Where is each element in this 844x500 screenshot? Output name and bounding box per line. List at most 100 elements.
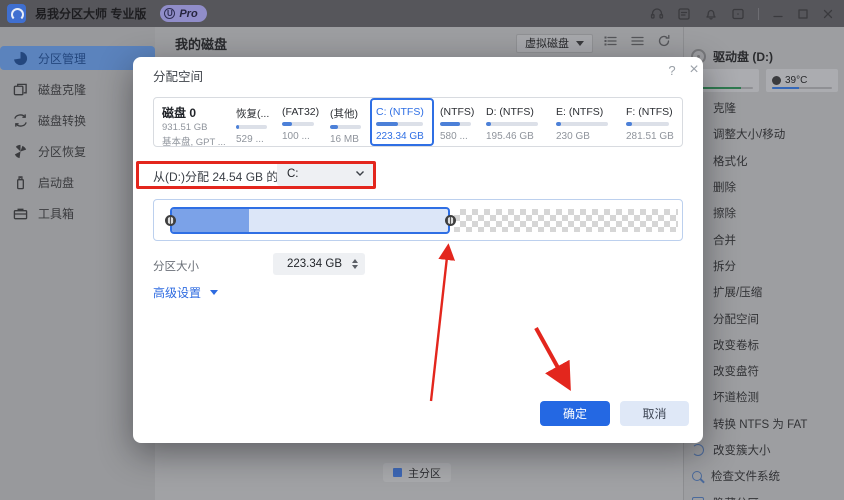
operation-item[interactable]: 转换 NTFS 为 FAT [684,411,844,437]
operation-item[interactable]: 坏道检测 [684,384,844,410]
feedback-note-icon[interactable] [677,7,691,21]
partition-column[interactable]: (FAT32) 100 ... [276,98,324,146]
partition-name: (FAT32) [282,106,320,118]
support-headset-icon[interactable] [650,7,664,21]
dialog-help-button[interactable]: ? [663,63,681,78]
sidebar-item-toolbox[interactable]: 工具箱 [0,201,155,225]
disk-type: 基本盘, GPT ... [162,137,226,148]
title-bar: 易我分区大师 专业版 U Pro [0,0,844,27]
size-stepper[interactable] [352,258,358,270]
minimize-button[interactable] [772,8,784,20]
operation-label: 改变盘符 [713,366,759,379]
main-header: 我的磁盘 虚拟磁盘 [155,27,683,59]
allocate-target-value: C: [287,168,299,180]
partition-usage-bar [486,122,539,126]
operation-item[interactable]: 检查文件系统 [684,463,844,489]
disk-size: 931.51 GB [162,122,208,133]
partition-usage-bar [236,125,267,129]
refresh-icon[interactable] [657,34,671,53]
sidebar-item-label: 工具箱 [38,206,75,221]
partition-size: 16 MB [330,134,359,145]
app-window: 易我分区大师 专业版 U Pro 分区管理 磁盘克隆 磁盘转换 分区恢复 启动盘… [0,0,844,500]
operation-item[interactable]: 改变盘符 [684,358,844,384]
list-view-icon[interactable] [630,34,645,53]
sidebar-item-disk-clone[interactable]: 磁盘克隆 [0,77,155,101]
partition-column[interactable]: C: (NTFS) 223.34 GB [370,98,434,146]
stepper-up-icon[interactable] [352,258,358,263]
partition-column[interactable]: (NTFS) 580 ... [434,98,480,146]
operation-item[interactable]: 改变簇大小 [684,437,844,463]
notifications-bell-icon[interactable] [704,7,718,21]
sidebar-item-label: 磁盘克隆 [38,82,87,97]
cancel-button[interactable]: 取消 [620,401,689,426]
operation-label: 合并 [713,234,736,247]
operation-item[interactable]: 改变卷标 [684,332,844,358]
partition-column[interactable]: E: (NTFS) 230 GB [550,98,620,146]
partition-usage-fill [282,122,293,126]
partition-usage-fill [556,122,562,126]
dialog-close-button[interactable]: × [685,61,703,79]
operation-item[interactable]: 删除 [684,174,844,200]
pro-badge: U Pro [160,5,207,22]
chevron-down-icon [355,168,365,180]
operation-label: 分配空间 [713,313,759,326]
disk-clone-icon [13,83,27,95]
unallocated-region [454,209,678,232]
operation-item[interactable]: 扩展/压缩 [684,279,844,305]
disk-convert-icon [14,113,27,127]
operations-panel: 驱动盘 (D:) 39°C 克隆 调整大小/移动 格式化 删除 擦除 合并 拆分… [683,27,844,500]
operation-label: 克隆 [713,103,736,116]
maximize-button[interactable] [797,8,809,20]
operation-icon [692,471,702,482]
slider-left-handle[interactable] [165,215,176,226]
partition-size: 529 ... [236,134,264,145]
sidebar-item-label: 分区恢复 [38,144,87,159]
sidebar-item-partition-recovery[interactable]: 分区恢复 [0,139,155,163]
partition-usage-fill [330,125,338,129]
operation-item[interactable]: 擦除 [684,200,844,226]
partition-column[interactable]: (其他) 16 MB [324,98,370,146]
partition-usage-bar [330,125,361,129]
detail-view-icon[interactable] [603,34,618,53]
operation-item[interactable]: 合并 [684,226,844,252]
partition-size: 223.34 GB [376,131,424,142]
partition-name: D: (NTFS) [486,106,534,118]
partition-name: 恢复(... [236,108,270,120]
stepper-down-icon[interactable] [352,265,358,270]
partition-usage-bar [282,122,315,126]
operation-label: 坏道检测 [713,392,759,405]
primary-partition-swatch-icon [393,468,402,477]
advanced-settings-toggle[interactable]: 高级设置 [153,284,219,301]
virtual-disk-dropdown[interactable]: 虚拟磁盘 [516,33,593,53]
close-button[interactable] [822,8,834,20]
minimize-to-tray-icon[interactable] [731,7,745,21]
partition-column[interactable]: 恢复(... 529 ... [230,98,276,146]
sidebar-item-disk-convert[interactable]: 磁盘转换 [0,108,155,132]
operation-item[interactable]: 拆分 [684,253,844,279]
sidebar-item-label: 启动盘 [38,175,75,190]
temperature-bar [772,86,832,89]
partition-column[interactable]: F: (NTFS) 281.51 GB [620,98,680,146]
partition-size: 230 GB [556,131,590,142]
operation-item[interactable]: 隐藏分区 [684,489,844,500]
partition-size-input[interactable]: 223.34 GB [273,253,365,275]
operation-item[interactable]: 格式化 [684,148,844,174]
disk-strip: 磁盘 0 931.51 GB 基本盘, GPT ... 恢复(... 529 .… [153,97,683,148]
partition-size: 100 ... [282,131,310,142]
space-slider [153,199,683,241]
sidebar-item-partition-manager[interactable]: 分区管理 [0,46,155,70]
drive-header-label: 驱动盘 (D:) [713,50,773,64]
operation-item[interactable]: 克隆 [684,95,844,121]
slider-right-handle[interactable] [445,215,456,226]
allocated-region[interactable] [170,207,450,234]
operation-item[interactable]: 分配空间 [684,305,844,331]
sidebar-item-boot-disk[interactable]: 启动盘 [0,170,155,194]
partition-usage-fill [486,122,492,126]
app-logo-icon [7,4,26,23]
ok-button[interactable]: 确定 [540,401,610,426]
partition-name: (其他) [330,108,358,120]
operation-item[interactable]: 调整大小/移动 [684,121,844,147]
partition-usage-fill [440,122,460,126]
allocate-target-select[interactable]: C: [277,162,373,186]
partition-column[interactable]: D: (NTFS) 195.46 GB [480,98,550,146]
